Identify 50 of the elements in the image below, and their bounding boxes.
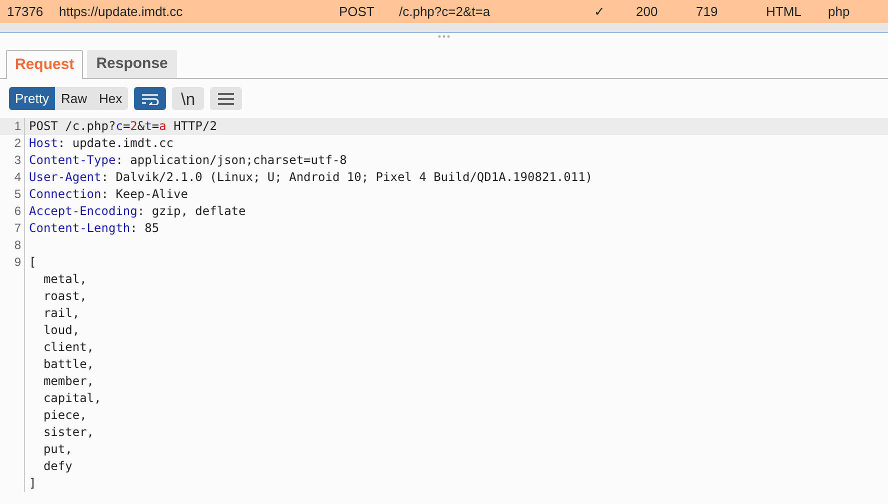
table-cell-text: 200: [636, 2, 659, 21]
table-cell-text: POST: [339, 2, 376, 21]
menu-button[interactable]: [210, 87, 242, 110]
code-line: roast,: [42, 288, 87, 305]
word-wrap-button[interactable]: [134, 87, 166, 110]
code-line: Host: update.imdt.cc: [28, 135, 174, 152]
line-number: 5: [14, 187, 21, 201]
line-number: 9: [14, 255, 21, 269]
code-line: ]: [28, 475, 36, 492]
code-line: POST /c.php?c=2&t=a HTTP/2: [28, 118, 217, 135]
code-line: Connection: Keep-Alive: [28, 186, 188, 203]
code-line: User-Agent: Dalvik/2.1.0 (Linux; U; Android 10; Pixel 4 Build/QD1A.190821.011): [28, 169, 593, 186]
table-cell-text: 719: [696, 2, 719, 21]
line-number: 3: [14, 153, 21, 167]
table-cell-text: /c.php?c=2&t=a: [399, 2, 492, 21]
menu-icon: [218, 92, 234, 104]
code-line: Content-Type: application/json;charset=utf-8: [28, 152, 347, 169]
resize-handle-icon[interactable]: [438, 34, 450, 38]
table-cell-text: HTML: [766, 2, 802, 21]
code-line: metal,: [42, 271, 87, 288]
line-number: 8: [14, 238, 21, 252]
table-cell-text: ✓: [594, 2, 606, 21]
code-line: Accept-Encoding: gzip, deflate: [28, 203, 246, 220]
code-line: client,: [42, 339, 94, 356]
code-line: rail,: [42, 305, 80, 322]
code-line: Content-Length: 85: [28, 220, 160, 237]
table-cell-text: php: [828, 2, 851, 21]
newline-button[interactable]: \n: [172, 87, 204, 110]
view-mode-button[interactable]: Pretty: [9, 87, 55, 110]
line-number: 6: [14, 204, 21, 218]
code-line: defy: [42, 458, 72, 475]
code-line: capital,: [42, 390, 102, 407]
table-cell-text: https://update.imdt.cc: [59, 2, 184, 21]
code-line: sister,: [42, 424, 94, 441]
view-mode-button[interactable]: Raw: [54, 87, 93, 110]
line-number: 4: [14, 170, 21, 184]
line-number: 7: [14, 221, 21, 235]
code-line: [: [28, 254, 36, 271]
line-number: 2: [14, 136, 21, 150]
code-line: piece,: [42, 407, 87, 424]
code-line: member,: [42, 373, 94, 390]
wrap-icon: [141, 92, 160, 104]
table-cell-text: 17376: [7, 2, 44, 21]
code-line: loud,: [42, 322, 80, 339]
line-number: 1: [14, 119, 21, 133]
view-mode-button[interactable]: Hex: [92, 87, 128, 110]
history-row[interactable]: 17376 https://update.imdt.cc POST /c.php?c=2&t=a ✓ 200 719 HTML php: [0, 0, 888, 23]
code-line: battle,: [42, 356, 94, 373]
tab[interactable]: Response: [87, 50, 177, 78]
code-line: put,: [42, 441, 72, 458]
